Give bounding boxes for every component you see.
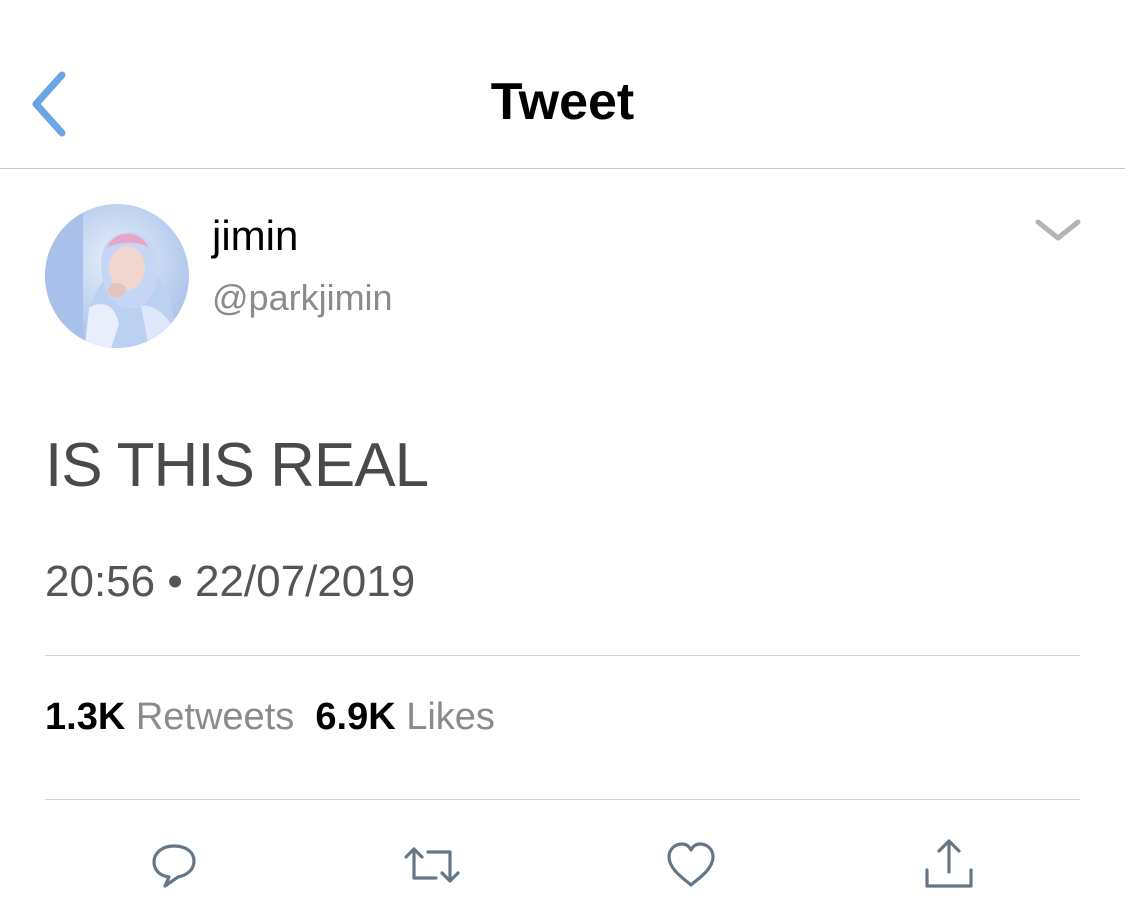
like-button[interactable]	[661, 835, 721, 895]
retweet-button[interactable]	[402, 835, 462, 895]
share-button[interactable]	[919, 835, 979, 895]
heart-icon	[667, 842, 715, 887]
tweet-stats: 1.3K Retweets 6.9K Likes	[45, 694, 495, 740]
timestamp-separator: •	[167, 557, 183, 606]
speech-bubble-icon	[152, 844, 196, 888]
retweets-label: Retweets	[135, 696, 295, 738]
share-upload-icon	[925, 839, 973, 888]
retweets-count: 1.3K	[45, 696, 126, 738]
reply-button[interactable]	[144, 835, 204, 895]
avatar[interactable]	[45, 204, 189, 348]
likes-label: Likes	[406, 696, 495, 738]
tweet-timestamp: 20:56 • 22/07/2019	[45, 556, 415, 608]
retweet-arrows-icon	[404, 847, 460, 883]
retweets-stat[interactable]: 1.3K Retweets	[45, 696, 294, 738]
divider	[45, 799, 1080, 800]
tweet-time: 20:56	[45, 557, 156, 606]
more-options-button[interactable]	[1030, 210, 1086, 250]
navigation-bar: Tweet	[0, 0, 1125, 169]
likes-stat[interactable]: 6.9K Likes	[315, 696, 495, 738]
likes-count: 6.9K	[315, 696, 396, 738]
profile-photo	[45, 204, 189, 348]
author-display-name[interactable]: jimin	[212, 210, 298, 262]
author-handle[interactable]: @parkjimin	[212, 276, 393, 320]
tweet-text: IS THIS REAL	[45, 431, 429, 500]
divider	[45, 655, 1080, 656]
page-title: Tweet	[490, 73, 635, 131]
chevron-down-icon	[1035, 219, 1081, 241]
tweet-date: 22/07/2019	[194, 557, 416, 606]
